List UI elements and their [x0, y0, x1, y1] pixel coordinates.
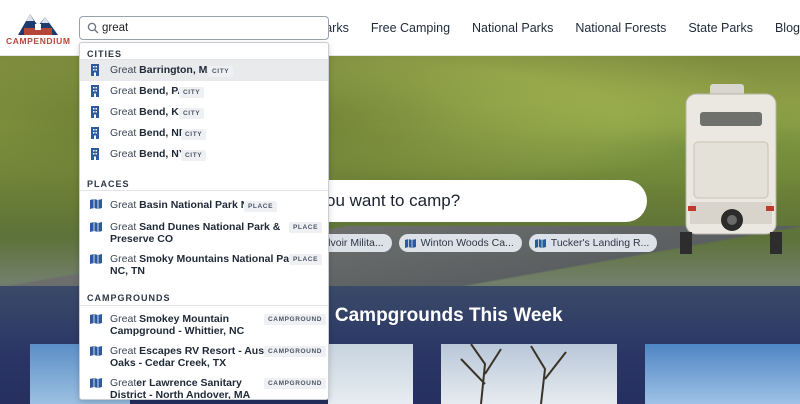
bare-tree-image	[460, 343, 567, 404]
suggestion-city[interactable]: Great Bend, PA CITY	[80, 81, 328, 102]
map-icon	[534, 238, 546, 248]
suggestion-city[interactable]: Great Bend, KS CITY	[80, 102, 328, 123]
building-icon	[91, 148, 99, 160]
suggestion-badge: CITY	[181, 150, 207, 161]
suggestion-badge: PLACE	[289, 222, 323, 233]
map-icon	[404, 238, 416, 248]
main-nav: RV Parks Free Camping National Parks Nat…	[296, 0, 800, 56]
chip-label: Winton Woods Ca...	[420, 237, 514, 249]
suggestion-place[interactable]: Great Sand Dunes National Park & Preserve…	[80, 217, 328, 249]
suggestion-label: Great Bend, NY	[110, 148, 186, 160]
suggestion-badge: PLACE	[289, 254, 323, 265]
building-icon	[91, 64, 99, 76]
suggestion-badge: CITY	[181, 129, 207, 140]
suggestion-badge: CAMPGROUND	[264, 378, 327, 389]
suggestion-campground[interactable]: Greater Lawrence Sanitary District - Nort…	[80, 373, 328, 400]
building-icon	[91, 85, 99, 97]
suggestion-label: Greater Lawrence Sanitary District - Nort…	[110, 377, 251, 400]
search-icon	[87, 22, 99, 34]
map-icon	[90, 346, 102, 356]
suggestion-city[interactable]: Great Barrington, MA CITY	[80, 60, 328, 81]
recent-chip[interactable]: Tucker's Landing R...	[528, 234, 658, 252]
suggestion-badge: CITY	[179, 108, 205, 119]
campendium-logo[interactable]: CAMPENDIUM	[6, 8, 70, 48]
mountain-logo-icon	[18, 14, 58, 35]
building-icon	[91, 127, 99, 139]
map-icon	[90, 199, 102, 209]
building-icon	[91, 106, 99, 118]
suggestion-badge: PLACE	[244, 201, 278, 212]
suggestion-badge: CITY	[179, 87, 205, 98]
rv-trailer-image	[680, 84, 782, 254]
map-icon	[90, 254, 102, 264]
divider	[80, 190, 328, 191]
suggestion-label: Great Barrington, MA	[110, 64, 216, 76]
suggestion-campground[interactable]: Great Smokey Mountain Campground - Whitti…	[80, 309, 328, 341]
section-title-cities: CITIES	[87, 49, 123, 59]
suggestion-city[interactable]: Great Bend, NY CITY	[80, 144, 328, 165]
campground-card-image[interactable]	[441, 343, 617, 404]
suggestion-city[interactable]: Great Bend, ND CITY	[80, 123, 328, 144]
suggestion-label: Great Smokey Mountain Campground - Whitti…	[110, 313, 245, 337]
hero-search-bar[interactable]: ou want to camp?	[300, 180, 647, 222]
suggestion-label: Great Escapes RV Resort - Austin Oaks - C…	[110, 345, 277, 369]
brand-name: CAMPENDIUM	[6, 36, 71, 46]
map-icon	[90, 314, 102, 324]
suggestion-label: Great Basin National Park NV	[110, 199, 256, 211]
campground-card-image[interactable]	[328, 344, 413, 404]
section-title-campgrounds: CAMPGROUNDS	[87, 293, 171, 303]
recent-chip[interactable]: Winton Woods Ca...	[398, 234, 522, 252]
suggestion-label: Great Sand Dunes National Park & Preserve…	[110, 221, 281, 245]
suggestion-label: Great Bend, KS	[110, 106, 186, 118]
nav-national-forests[interactable]: National Forests	[575, 21, 666, 35]
header-search[interactable]	[79, 16, 329, 40]
suggestion-badge: CAMPGROUND	[264, 346, 327, 357]
search-input[interactable]	[102, 19, 322, 37]
nav-blog[interactable]: Blog	[775, 21, 800, 35]
suggestion-badge: CAMPGROUND	[264, 314, 327, 325]
hero-search-prompt: ou want to camp?	[326, 191, 461, 210]
section-heading: o Campgrounds This Week	[318, 305, 563, 326]
search-suggestions-dropdown: CITIES Great Barrington, MA CITY Great B…	[79, 42, 329, 400]
divider	[80, 305, 328, 306]
nav-free-camping[interactable]: Free Camping	[371, 21, 450, 35]
section-title-places: PLACES	[87, 179, 130, 189]
map-icon	[90, 222, 102, 232]
suggestion-label: Great Bend, PA	[110, 85, 186, 97]
suggestion-label: Great Smoky Mountains National Park NC, T…	[110, 253, 300, 277]
chip-label: Tucker's Landing R...	[550, 237, 650, 249]
campground-card-image[interactable]	[645, 344, 800, 404]
nav-state-parks[interactable]: State Parks	[688, 21, 753, 35]
suggestion-badge: CITY	[208, 66, 234, 77]
nav-national-parks[interactable]: National Parks	[472, 21, 553, 35]
suggestion-place[interactable]: Great Basin National Park NV PLACE	[80, 194, 328, 216]
suggestion-label: Great Bend, ND	[110, 127, 187, 139]
recent-searches: rt Belvoir Milita... Winton Woods Ca... …	[300, 234, 664, 252]
suggestion-campground[interactable]: Great Escapes RV Resort - Austin Oaks - C…	[80, 341, 328, 373]
suggestion-place[interactable]: Great Smoky Mountains National Park NC, T…	[80, 249, 328, 281]
map-icon	[90, 378, 102, 388]
